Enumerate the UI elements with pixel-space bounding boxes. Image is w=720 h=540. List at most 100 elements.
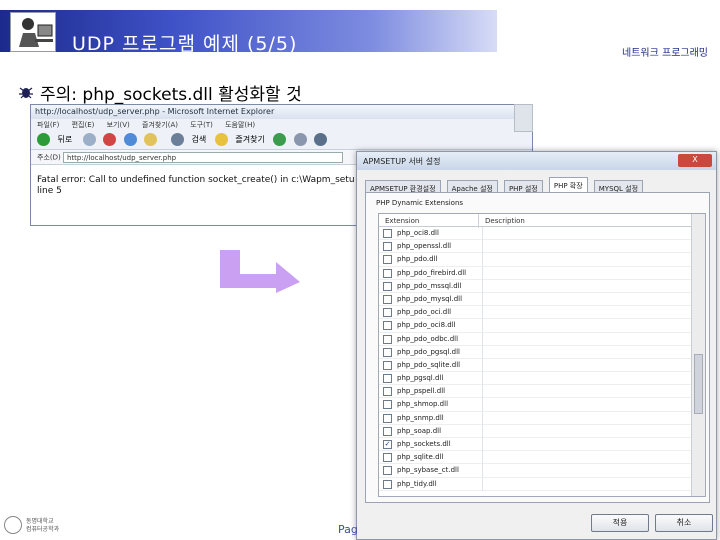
list-item[interactable]: php_shmop.dll	[379, 398, 705, 412]
column-divider	[482, 477, 483, 491]
column-divider	[482, 240, 483, 254]
forward-arrow-icon[interactable]	[82, 133, 96, 146]
print-icon[interactable]	[314, 133, 328, 146]
extension-name: php_pdo_pgsql.dll	[397, 347, 460, 356]
extension-name: php_openssl.dll	[397, 242, 452, 251]
favorites-star-icon[interactable]	[214, 133, 228, 146]
column-divider	[482, 438, 483, 451]
checkbox[interactable]	[383, 229, 392, 238]
checkbox[interactable]	[383, 255, 392, 265]
dialog-tabs: APMSETUP 환경설정 Apache 설정 PHP 설정 PHP 확장 MY…	[365, 176, 644, 197]
extension-rows: php_oci8.dll php_openssl.dll php_pdo.dllph…	[379, 227, 705, 491]
back-arrow-icon[interactable]	[37, 133, 50, 146]
list-header: Extension Description	[379, 214, 705, 228]
list-item[interactable]: php_pdo_mysql.dll	[379, 292, 705, 307]
list-item[interactable]: php_pgsql.dll	[379, 372, 705, 386]
checkbox[interactable]	[383, 321, 392, 331]
back-label[interactable]: 뒤로	[58, 135, 73, 144]
favorites-label[interactable]: 즐겨찾기	[235, 135, 264, 144]
list-item[interactable]: php_pdo.dll	[379, 253, 705, 267]
extension-name: php_pgsql.dll	[397, 374, 444, 383]
menu-view[interactable]: 보기(V)	[107, 121, 130, 129]
list-item[interactable]: php_pspell.dll	[379, 385, 705, 399]
checkbox-checked[interactable]: ✓	[383, 440, 392, 449]
checkbox[interactable]	[383, 360, 392, 370]
apply-button[interactable]: 적용	[591, 514, 649, 532]
search-icon[interactable]	[171, 133, 185, 146]
checkbox[interactable]	[383, 281, 392, 291]
close-button[interactable]: X	[678, 154, 712, 167]
extensions-list[interactable]: Extension Description php_oci8.dll php_ope…	[378, 213, 706, 497]
list-item[interactable]: php_sybase_ct.dll	[379, 464, 705, 478]
column-description[interactable]: Description	[479, 214, 531, 228]
list-item[interactable]: php_pdo_sqlite.dll	[379, 358, 705, 373]
stop-icon[interactable]	[103, 133, 117, 146]
checkbox[interactable]	[383, 400, 392, 410]
list-item[interactable]: php_pdo_pgsql.dll	[379, 345, 705, 359]
checkbox[interactable]	[383, 294, 392, 304]
checkbox[interactable]	[383, 374, 392, 384]
university-seal-icon	[4, 516, 22, 534]
checkbox[interactable]	[383, 347, 392, 357]
checkbox[interactable]	[383, 242, 392, 252]
extension-name: php_pdo_oci.dll	[397, 308, 452, 317]
checkbox[interactable]	[383, 268, 392, 278]
checkbox[interactable]	[383, 453, 392, 463]
column-divider	[482, 411, 483, 425]
menu-edit[interactable]: 편집(E)	[72, 121, 95, 129]
column-divider	[482, 319, 483, 333]
list-item[interactable]: php_snmp.dll	[379, 411, 705, 425]
menu-favorites[interactable]: 즐겨찾기(A)	[142, 121, 178, 129]
extension-name: php_pdo.dll	[397, 255, 438, 264]
browser-window-controls[interactable]	[514, 104, 533, 132]
refresh-icon[interactable]	[123, 133, 137, 146]
checkbox[interactable]	[383, 387, 392, 397]
home-icon[interactable]	[144, 133, 158, 146]
column-divider	[482, 398, 483, 412]
column-divider	[482, 266, 483, 280]
list-item[interactable]: php_tidy.dll	[379, 477, 705, 491]
extension-name: php_pdo_sqlite.dll	[397, 360, 461, 369]
cancel-button[interactable]: 취소	[655, 514, 713, 532]
list-item[interactable]: php_openssl.dll	[379, 240, 705, 254]
list-item[interactable]: php_pdo_odbc.dll	[379, 332, 705, 346]
list-item[interactable]: php_pdo_oci.dll	[379, 306, 705, 320]
menu-tools[interactable]: 도구(T)	[190, 121, 213, 129]
column-extension[interactable]: Extension	[379, 214, 479, 228]
address-input[interactable]: http://localhost/udp_server.php	[62, 152, 343, 163]
menu-file[interactable]: 파일(F)	[37, 121, 59, 129]
mail-icon[interactable]	[293, 133, 307, 146]
column-divider	[482, 372, 483, 386]
university-logo: 동명대학교 컴퓨터공학과	[4, 514, 70, 538]
list-item[interactable]: php_oci8.dll	[379, 227, 705, 241]
scrollbar-thumb[interactable]	[694, 354, 703, 414]
list-item[interactable]: php_pdo_mssql.dll	[379, 279, 705, 293]
column-divider	[482, 464, 483, 478]
list-item[interactable]: php_soap.dll	[379, 424, 705, 438]
checkbox[interactable]	[383, 479, 392, 489]
checkbox[interactable]	[383, 413, 392, 423]
search-label[interactable]: 검색	[192, 135, 207, 144]
extension-name: php_pdo_oci8.dll	[397, 321, 456, 330]
person-at-computer-icon	[10, 12, 56, 52]
list-item[interactable]: ✓ php_sockets.dll	[379, 438, 705, 452]
list-scrollbar[interactable]	[691, 214, 705, 496]
checkbox[interactable]	[383, 308, 392, 318]
address-label: 주소(D)	[37, 153, 61, 162]
checkbox[interactable]	[383, 466, 392, 476]
dialog-titlebar: APMSETUP 서버 설정	[357, 152, 716, 170]
list-item[interactable]: php_pdo_firebird.dll	[379, 266, 705, 280]
checkbox[interactable]	[383, 426, 392, 436]
list-item[interactable]: php_pdo_oci8.dll	[379, 319, 705, 333]
browser-toolbar: 뒤로 검색 즐겨찾기	[31, 130, 532, 150]
media-icon[interactable]	[273, 133, 287, 146]
slide-title: UDP 프로그램 예제 (5/5)	[72, 33, 298, 55]
list-item[interactable]: php_sqlite.dll	[379, 451, 705, 465]
extension-name: php_pdo_mssql.dll	[397, 281, 462, 290]
course-name: 네트워크 프로그래밍	[622, 48, 708, 59]
extension-name: php_oci8.dll	[397, 229, 439, 237]
extension-name: php_shmop.dll	[397, 400, 449, 409]
menu-help[interactable]: 도움말(H)	[225, 121, 255, 129]
checkbox[interactable]	[383, 334, 392, 344]
column-divider	[482, 332, 483, 346]
